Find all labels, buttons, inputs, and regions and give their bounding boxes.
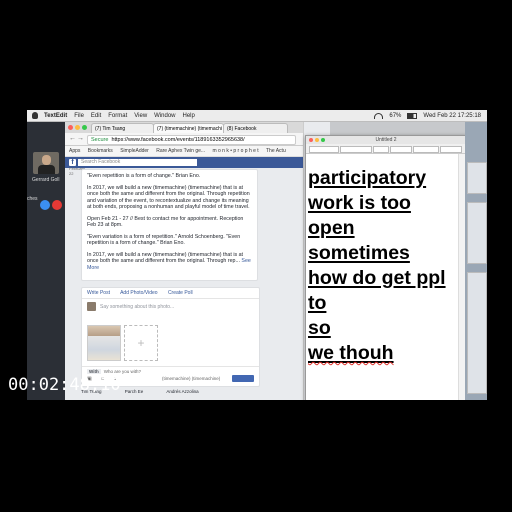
background-window[interactable]: [467, 272, 487, 394]
with-input[interactable]: Who are you with?: [104, 369, 141, 374]
post-paragraph: Open Feb 21 - 27 // Best to contact me f…: [87, 215, 244, 229]
bookmark-the-actu[interactable]: The Actu: [266, 148, 286, 154]
url-text: https://www.facebook.com/events/11891633…: [111, 137, 245, 143]
background-windows: [465, 122, 487, 400]
textedit-titlebar: Untitled 2: [306, 136, 466, 144]
menu-view[interactable]: View: [134, 113, 147, 119]
text-line: so: [308, 317, 331, 339]
alignment-buttons[interactable]: [413, 146, 439, 153]
bookmark-monk-prophet[interactable]: m o n k • p r o p h e t: [212, 148, 258, 154]
caller-video: [33, 152, 59, 174]
tab-bar: (7) Tim Tsang (7) (timemachine) (timemac…: [65, 122, 303, 134]
caller-name: Gerrard Goll: [32, 177, 60, 183]
bookmarks-bar: Apps Bookmarks SimpleAdder Rare Aphex Tw…: [65, 146, 303, 157]
close-window-icon[interactable]: [68, 125, 73, 130]
battery-icon[interactable]: [407, 112, 418, 119]
background-window[interactable]: [467, 162, 487, 194]
text-line: open: [308, 217, 355, 239]
bookmark-bookmarks[interactable]: Bookmarks: [88, 148, 113, 154]
end-call-button[interactable]: [52, 200, 62, 210]
post-paragraph-truncated: In 2017, we will build a new (timemachin…: [87, 251, 251, 271]
secure-label: Secure: [91, 137, 109, 143]
menu-edit[interactable]: Edit: [91, 113, 101, 119]
with-label: With: [87, 369, 101, 374]
text-line-misspelled: we thouh: [308, 342, 394, 364]
menu-file[interactable]: File: [74, 113, 84, 119]
composer-input[interactable]: Say something about this photo...: [100, 304, 174, 310]
minimize-window-icon[interactable]: [315, 138, 319, 142]
avatar: [87, 302, 96, 311]
mute-button[interactable]: [40, 200, 50, 210]
style-buttons[interactable]: [390, 146, 412, 153]
bookmark-simpleadder[interactable]: SimpleAdder: [120, 148, 149, 154]
minimize-window-icon[interactable]: [75, 125, 80, 130]
call-side-label: ches: [27, 196, 38, 202]
text-line: participatory: [308, 167, 427, 189]
create-poll-button[interactable]: Create Poll: [168, 290, 193, 296]
wifi-icon[interactable]: [374, 112, 384, 119]
desktop-screen: TextEdit File Edit Format View Window He…: [27, 110, 487, 400]
spacing-dropdown[interactable]: [440, 146, 462, 153]
video-timecode: 00:02:48;10: [8, 375, 121, 395]
event-tag[interactable]: (timemachine) (timemachine): [162, 376, 220, 381]
text-line: how do get ppl: [308, 267, 446, 289]
photo-thumbnail[interactable]: [87, 325, 121, 361]
textedit-window: Untitled 2 participatory work is too ope…: [305, 135, 467, 400]
event-post: "Even repetition is a form of change." B…: [81, 169, 258, 281]
zoom-window-icon[interactable]: [321, 138, 325, 142]
post-composer: Write Post Add Photo/Video Create Poll S…: [81, 287, 260, 387]
post-paragraph: "Even repetition is a form of change." B…: [87, 173, 201, 179]
composer-actions: Write Post Add Photo/Video Create Poll: [82, 288, 259, 299]
post-button[interactable]: [232, 375, 254, 382]
bookmark-apps[interactable]: Apps: [69, 148, 80, 154]
document-title: Untitled 2: [375, 137, 397, 143]
menu-help[interactable]: Help: [183, 113, 195, 119]
facebook-search-input[interactable]: Search Facebook: [78, 159, 197, 166]
attendee-name[interactable]: Parch Ee: [125, 389, 144, 394]
menu-app-name[interactable]: TextEdit: [44, 113, 67, 119]
text-line: work is too: [308, 192, 411, 214]
attendee-name[interactable]: Andrés Azzolina: [166, 389, 198, 394]
back-arrow-icon[interactable]: ←: [69, 135, 76, 142]
add-photo-video-button[interactable]: Add Photo/Video: [120, 290, 157, 296]
background-window[interactable]: [467, 202, 487, 264]
paragraph-style-dropdown[interactable]: [309, 146, 339, 153]
zoom-window-icon[interactable]: [82, 125, 87, 130]
mac-menubar: TextEdit File Edit Format View Window He…: [27, 110, 487, 122]
close-window-icon[interactable]: [309, 138, 313, 142]
write-post-button[interactable]: Write Post: [87, 290, 110, 296]
textedit-format-toolbar: [306, 144, 466, 154]
menubar-clock[interactable]: Wed Feb 22 17:25:18: [423, 113, 481, 119]
address-bar: ← → Secure https://www.facebook.com/event…: [65, 133, 303, 146]
apple-icon[interactable]: [32, 112, 38, 119]
bookmark-aphex-twin[interactable]: Rare Aphex Twin ge...: [156, 148, 205, 154]
left-column-date: February 22: [69, 166, 86, 176]
battery-percent[interactable]: 67%: [389, 113, 401, 119]
menu-window[interactable]: Window: [154, 113, 175, 119]
menu-format[interactable]: Format: [108, 113, 127, 119]
add-photo-tile[interactable]: +: [124, 325, 158, 361]
caller-head: [42, 155, 51, 165]
text-line: sometimes: [308, 242, 410, 264]
font-size-dropdown[interactable]: [373, 146, 389, 153]
caller-body: [38, 165, 55, 174]
video-call-panel: Gerrard Goll ches: [27, 122, 65, 400]
url-field[interactable]: Secure https://www.facebook.com/events/11…: [87, 135, 296, 145]
facebook-logo-icon[interactable]: f: [69, 159, 76, 166]
post-paragraph: "Even variation is a form of repetition.…: [87, 233, 241, 247]
document-text[interactable]: participatory work is too open sometimes…: [306, 154, 460, 366]
forward-arrow-icon[interactable]: →: [77, 135, 84, 142]
font-family-dropdown[interactable]: [340, 146, 372, 153]
chrome-browser-window: (7) Tim Tsang (7) (timemachine) (timemac…: [65, 122, 303, 400]
text-line: to: [308, 292, 327, 314]
post-paragraph: In 2017, we will build a new (timemachin…: [87, 184, 250, 211]
facebook-content: February 22 "Even repetition is a form o…: [65, 166, 303, 400]
